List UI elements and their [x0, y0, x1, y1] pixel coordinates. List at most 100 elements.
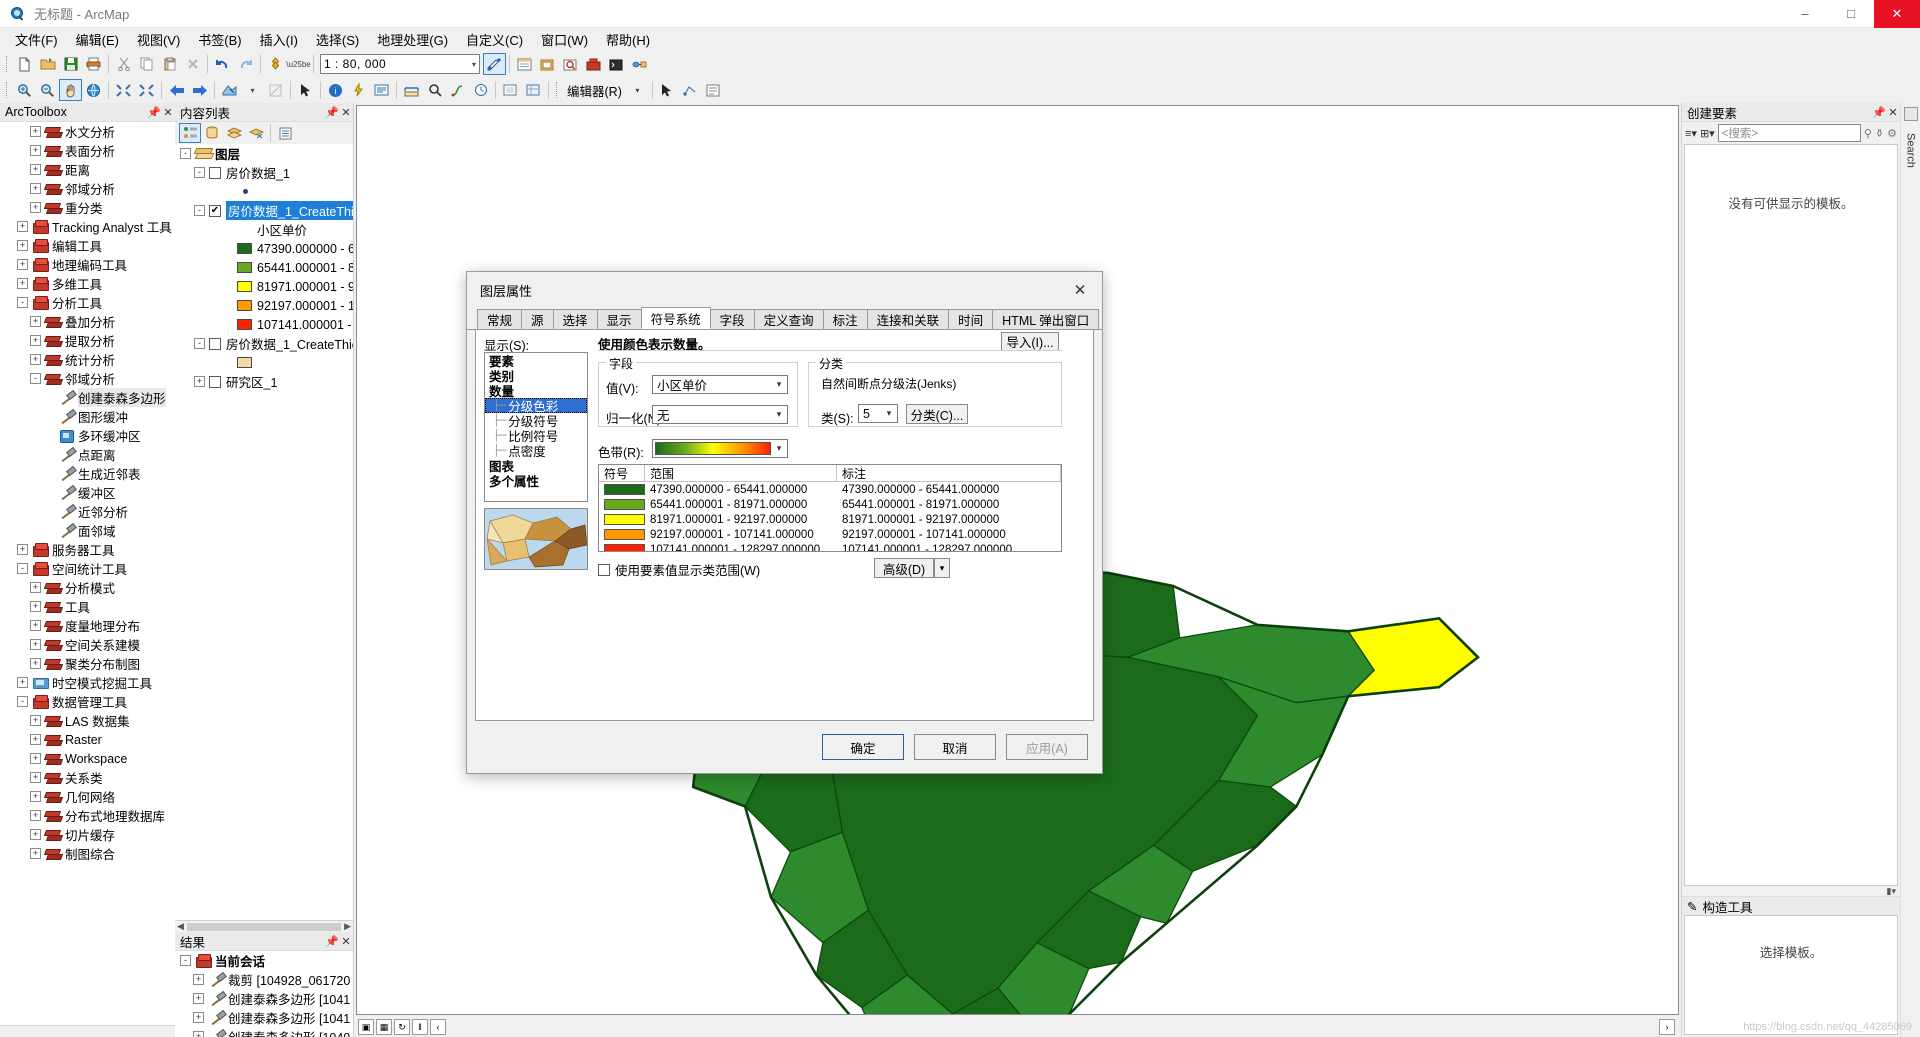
chevron-down-icon[interactable]: ▾ [771, 409, 787, 420]
go-back-icon[interactable] [165, 79, 188, 101]
menu-bookmarks[interactable]: 书签(B) [189, 28, 250, 52]
identify-icon[interactable]: i [324, 79, 347, 101]
menu-view[interactable]: 视图(V) [128, 28, 189, 52]
print-icon[interactable] [82, 53, 105, 75]
editor-toolbar-grip[interactable] [554, 80, 561, 100]
close-button[interactable]: ✕ [1874, 0, 1920, 28]
fixed-zoom-in-icon[interactable] [112, 79, 135, 101]
select-features-dropdown[interactable]: ▾ [241, 79, 264, 101]
classes-table-row[interactable]: 47390.000000 - 65441.000000 47390.000000 … [599, 482, 1061, 497]
row-symbol-swatch[interactable] [604, 544, 645, 551]
add-data-dropdown[interactable]: \u25be [286, 53, 310, 75]
python-window-icon[interactable] [605, 53, 628, 75]
menu-edit[interactable]: 编辑(E) [67, 28, 128, 52]
save-icon[interactable] [59, 53, 82, 75]
select-features-icon[interactable] [218, 79, 241, 101]
minimize-button[interactable]: – [1782, 0, 1828, 28]
menu-insert[interactable]: 插入(I) [251, 28, 307, 52]
undo-icon[interactable] [211, 53, 234, 75]
menu-geoprocessing[interactable]: 地理处理(G) [368, 28, 457, 52]
edit-tool-icon[interactable] [656, 79, 679, 101]
paste-icon[interactable] [158, 53, 181, 75]
tools-toolbar-grip[interactable] [4, 80, 11, 100]
tab-显示[interactable]: 显示 [596, 309, 642, 329]
redo-icon[interactable] [234, 53, 257, 75]
hyperlink-icon[interactable] [347, 79, 370, 101]
chevron-down-icon[interactable]: ▾ [472, 60, 476, 69]
tab-源[interactable]: 源 [521, 309, 554, 329]
menu-selection[interactable]: 选择(S) [307, 28, 368, 52]
go-forward-icon[interactable] [188, 79, 211, 101]
normalization-combo[interactable]: 无 ▾ [652, 405, 788, 424]
table-of-contents-icon[interactable] [513, 53, 536, 75]
full-extent-icon[interactable] [82, 79, 105, 101]
tab-符号系统[interactable]: 符号系统 [640, 307, 711, 329]
classes-table-row[interactable]: 92197.000001 - 107141.000000 92197.000001… [599, 527, 1061, 542]
create-viewer-icon[interactable] [499, 79, 522, 101]
new-document-icon[interactable] [13, 53, 36, 75]
apply-button[interactable]: 应用(A) [1006, 734, 1088, 760]
edit-vertices-icon[interactable] [679, 79, 702, 101]
menu-windows[interactable]: 窗口(W) [532, 28, 597, 52]
col-range[interactable]: 范围 [645, 465, 837, 481]
catalog-icon[interactable] [536, 53, 559, 75]
col-symbol[interactable]: 符号 [599, 465, 645, 481]
fixed-zoom-out-icon[interactable] [135, 79, 158, 101]
row-symbol-swatch[interactable] [604, 514, 645, 525]
col-label[interactable]: 标注 [837, 465, 1061, 481]
zoom-out-icon[interactable] [36, 79, 59, 101]
row-symbol-swatch[interactable] [604, 484, 645, 495]
editor-dropdown-icon[interactable]: ▾ [626, 79, 649, 101]
editor-toolbar-icon[interactable] [483, 53, 506, 75]
zoom-in-icon[interactable] [13, 79, 36, 101]
tab-字段[interactable]: 字段 [709, 309, 755, 329]
find-icon[interactable] [423, 79, 446, 101]
open-folder-icon[interactable] [36, 53, 59, 75]
show-list-item[interactable]: 多个属性 [485, 473, 587, 489]
tab-选择[interactable]: 选择 [552, 309, 598, 329]
map-scale-icon[interactable] [522, 79, 545, 101]
chevron-down-icon[interactable]: ▾ [771, 379, 787, 390]
tab-连接和关联[interactable]: 连接和关联 [866, 309, 950, 329]
chevron-down-icon[interactable]: ▾ [771, 443, 787, 454]
row-symbol-swatch[interactable] [604, 529, 645, 540]
menu-help[interactable]: 帮助(H) [597, 28, 659, 52]
ok-button[interactable]: 确定 [822, 734, 904, 760]
color-ramp-combo[interactable]: ▾ [652, 439, 788, 458]
toolbar-grip[interactable] [4, 54, 11, 74]
tab-定义查询[interactable]: 定义查询 [753, 309, 824, 329]
classes-table-row[interactable]: 107141.000001 - 128297.000000 107141.0000… [599, 542, 1061, 551]
add-data-icon[interactable] [264, 53, 287, 75]
classes-table[interactable]: 符号 范围 标注 47390.000000 - 65441.000000 4739… [598, 464, 1062, 552]
tab-时间[interactable]: 时间 [948, 309, 994, 329]
close-icon[interactable]: ✕ [1062, 275, 1098, 305]
row-symbol-swatch[interactable] [604, 499, 645, 510]
copy-icon[interactable] [135, 53, 158, 75]
measure-icon[interactable] [400, 79, 423, 101]
cancel-button[interactable]: 取消 [914, 734, 996, 760]
select-elements-icon[interactable] [294, 79, 317, 101]
toolbox-icon[interactable] [582, 53, 605, 75]
tab-标注[interactable]: 标注 [822, 309, 868, 329]
maximize-button[interactable]: □ [1828, 0, 1874, 28]
editor-menu-label[interactable]: 编辑器(R) [563, 81, 626, 100]
value-combo[interactable]: 小区单价 ▾ [652, 375, 788, 394]
advanced-button[interactable]: 高级(D) [874, 558, 934, 578]
search-window-icon[interactable] [559, 53, 582, 75]
pan-icon[interactable] [59, 79, 82, 101]
find-route-icon[interactable] [446, 79, 469, 101]
modelbuilder-icon[interactable] [628, 53, 651, 75]
import-button[interactable]: 导入(I)... [1001, 332, 1059, 351]
advanced-dropdown-icon[interactable]: ▾ [934, 558, 950, 578]
menu-customize[interactable]: 自定义(C) [457, 28, 532, 52]
show-listbox[interactable]: 要素 类别 数量 ├─ 分级色彩 ├─ 分级符号 ├─ 比例符号 ├─ 点密度 图表 多个属性 [484, 352, 588, 502]
cut-icon[interactable] [112, 53, 135, 75]
classes-table-row[interactable]: 65441.000001 - 81971.000000 65441.000001 … [599, 497, 1061, 512]
delete-icon[interactable] [181, 53, 204, 75]
classify-button[interactable]: 分类(C)... [906, 404, 968, 424]
html-popup-icon[interactable] [370, 79, 393, 101]
tab-常规[interactable]: 常规 [477, 309, 523, 329]
time-slider-icon[interactable] [469, 79, 492, 101]
menu-file[interactable]: 文件(F) [6, 28, 67, 52]
chevron-down-icon[interactable]: ▾ [881, 408, 897, 419]
